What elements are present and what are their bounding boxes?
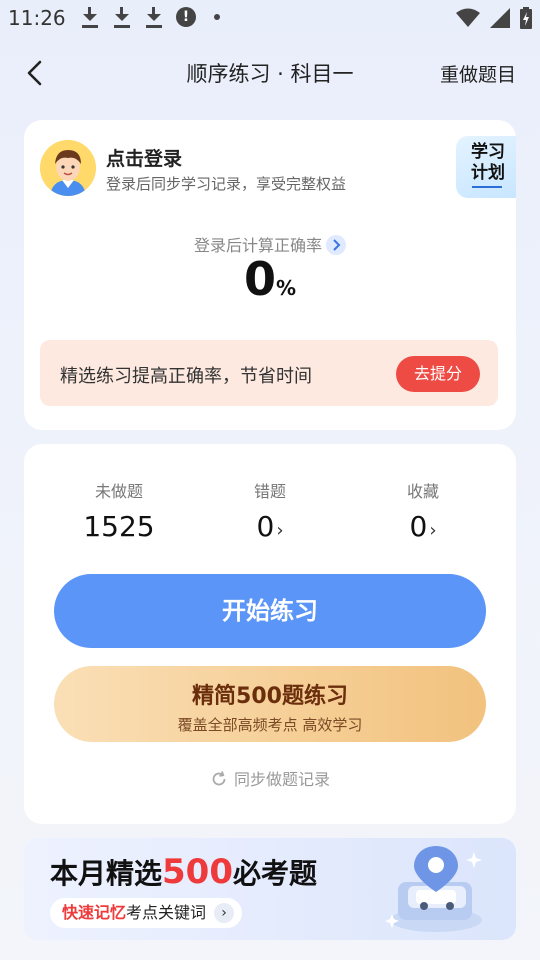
banner-title: 本月精选500必考题	[50, 852, 317, 892]
dot-icon	[214, 14, 220, 20]
promo-bar: 精选练习提高正确率，节省时间 去提分	[40, 340, 498, 406]
status-bar: 11:26 !	[0, 0, 540, 36]
signal-icon	[490, 8, 510, 28]
study-plan-badge[interactable]: 学习计划	[456, 136, 516, 198]
accuracy-unit: %	[275, 276, 297, 300]
stat-value-row: 0 ›	[205, 510, 335, 543]
practice-card: 未做题 1525 错题 0 › 收藏 0 › 开始练习 精简500题练习 覆盖全部高…	[24, 444, 516, 824]
top-nav: 顺序练习 · 科目一 重做题目	[0, 48, 540, 98]
simplified-title: 精简500题练习	[192, 684, 348, 709]
avatar[interactable]	[40, 140, 96, 196]
improve-score-button[interactable]: 去提分	[396, 356, 480, 392]
system-icons	[456, 7, 532, 29]
stat-favorites[interactable]: 收藏 0 ›	[358, 478, 488, 543]
stat-value-row: 0 ›	[358, 510, 488, 543]
accuracy-number: 0	[243, 252, 276, 306]
login-subtitle: 登录后同步学习记录，享受完整权益	[106, 175, 347, 193]
arrow-icon	[472, 186, 502, 188]
banner-title-prefix: 本月精选	[50, 857, 163, 890]
avatar-icon	[40, 140, 96, 196]
banner-chip[interactable]: 快速记忆考点关键词 ›	[50, 898, 243, 928]
map-car-illustration	[385, 846, 482, 932]
promo-text: 精选练习提高正确率，节省时间	[60, 366, 312, 387]
start-practice-button[interactable]: 开始练习	[54, 574, 486, 648]
promo-banner[interactable]: 本月精选500必考题 快速记忆考点关键词 ›	[24, 838, 516, 940]
stat-wrong[interactable]: 错题 0 ›	[205, 478, 335, 543]
alert-icon: !	[176, 7, 196, 27]
simplified-500-button[interactable]: 精简500题练习 覆盖全部高频考点 高效学习	[54, 666, 486, 742]
chip-highlight: 快速记忆	[62, 903, 127, 922]
stat-value: 1525	[83, 510, 155, 543]
login-card: 点击登录 登录后同步学习记录，享受完整权益 学习计划 登录后计算正确率 0% 精…	[24, 120, 516, 430]
download-icon	[144, 6, 164, 28]
stat-undone: 未做题 1525	[54, 478, 184, 543]
accuracy-value: 0%	[24, 252, 516, 306]
simplified-subtitle: 覆盖全部高频考点 高效学习	[177, 716, 363, 734]
chevron-right-icon: ›	[276, 520, 284, 541]
battery-charging-icon	[520, 7, 532, 29]
sync-records-label: 同步做题记录	[233, 770, 330, 789]
study-plan-label: 学习计划	[471, 142, 505, 183]
wifi-icon	[456, 8, 480, 27]
stat-label: 未做题	[94, 482, 143, 501]
chevron-right-icon: ›	[429, 520, 437, 541]
status-time: 11:26	[8, 6, 66, 30]
chevron-right-icon: ›	[214, 903, 235, 923]
refresh-icon	[212, 770, 226, 785]
stat-value: 0	[409, 510, 428, 543]
notification-icons: !	[80, 6, 220, 28]
redo-questions-button[interactable]: 重做题目	[440, 60, 516, 87]
login-title[interactable]: 点击登录	[106, 144, 182, 171]
download-icon	[112, 6, 132, 28]
stat-value: 0	[256, 510, 275, 543]
stat-label: 错题	[253, 482, 286, 501]
sync-records-link[interactable]: 同步做题记录	[24, 766, 516, 790]
chip-text: 考点关键词	[126, 903, 207, 922]
banner-title-suffix: 必考题	[233, 857, 318, 890]
download-icon	[80, 6, 100, 28]
stat-label: 收藏	[406, 482, 439, 501]
banner-title-highlight: 500	[162, 852, 233, 892]
